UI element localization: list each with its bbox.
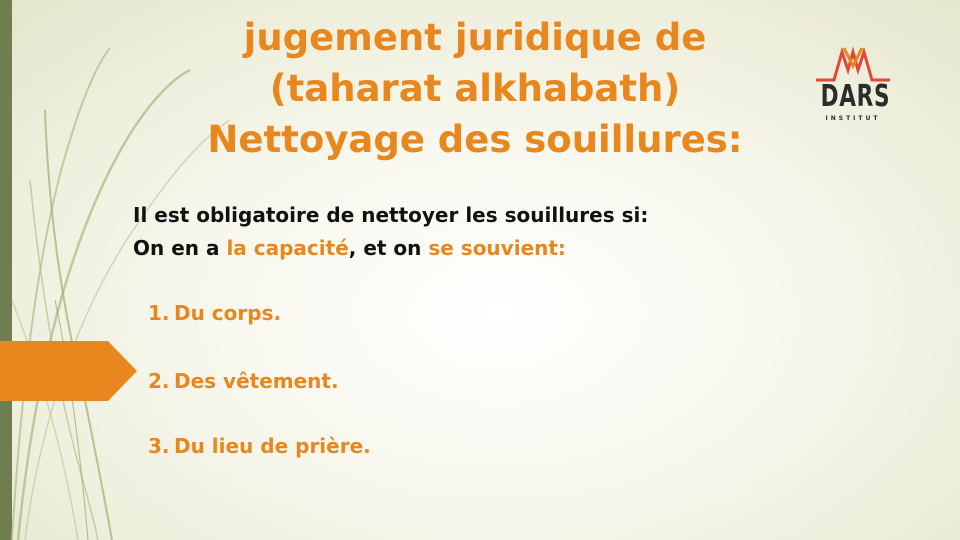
list-item-number: 1. xyxy=(148,301,170,325)
list-item-text: Du corps. xyxy=(174,301,282,325)
highlight-souvient: se souvient: xyxy=(428,236,566,260)
logo-wordmark: DARS xyxy=(820,79,891,114)
intro-line-1: Il est obligatoire de nettoyer les souil… xyxy=(133,203,649,227)
list-item-text: Du lieu de prière. xyxy=(174,434,371,458)
highlight-capacite: la capacité xyxy=(226,236,349,260)
intro-text-part: On en a xyxy=(133,236,227,260)
dars-institut-logo: DARS INSTITUT xyxy=(808,44,898,128)
slide: jugement juridique de (taharat alkhabath… xyxy=(0,0,960,540)
list-item-text: Des vêtement. xyxy=(174,369,339,393)
list-item-number: 2. xyxy=(148,369,170,393)
title-line-1: jugement juridique de xyxy=(243,16,707,59)
logo-subtitle: INSTITUT xyxy=(825,115,881,122)
list-item: 3. Du lieu de prière. xyxy=(148,434,371,458)
intro-line-2: On en a la capacité, et on se souvient: xyxy=(133,232,648,265)
orange-arrow-tab xyxy=(0,341,137,401)
intro-text-part: , et on xyxy=(348,236,429,260)
slide-title: jugement juridique de (taharat alkhabath… xyxy=(150,12,800,165)
title-line-3: Nettoyage des souillures: xyxy=(207,118,743,161)
intro-text: Il est obligatoire de nettoyer les souil… xyxy=(133,199,648,265)
logo-mark-icon xyxy=(816,46,890,82)
list-item: 2. Des vêtement. xyxy=(148,369,339,393)
list-item: 1. Du corps. xyxy=(148,301,281,325)
title-line-2: (taharat alkhabath) xyxy=(269,67,681,110)
list-item-number: 3. xyxy=(148,434,170,458)
